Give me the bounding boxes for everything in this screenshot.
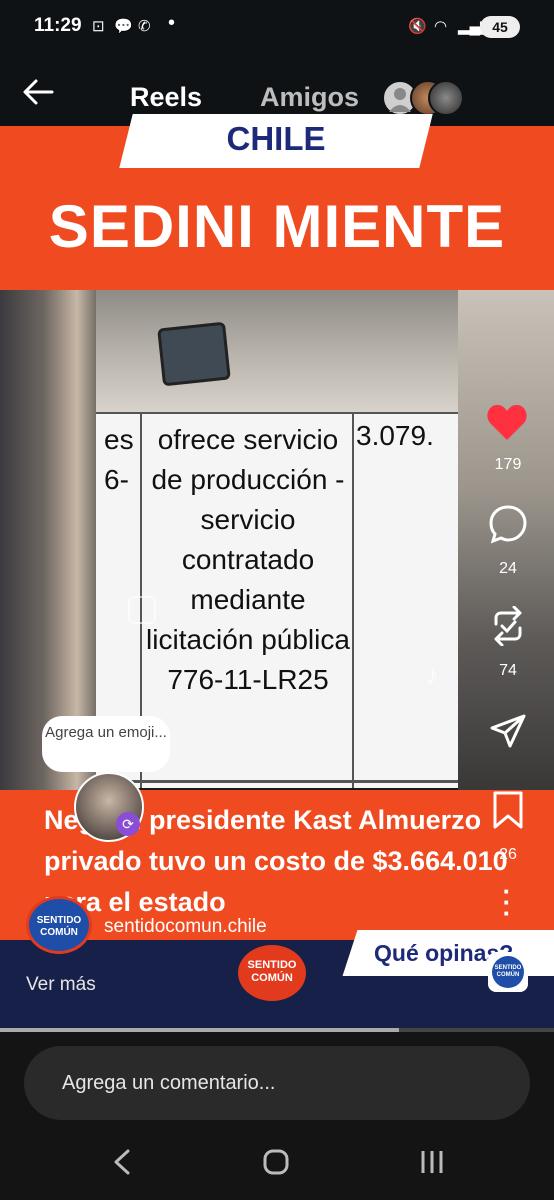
save-count: 26	[499, 846, 517, 863]
mini-logo: SENTIDO COMÚN	[492, 956, 524, 988]
table-border	[96, 780, 458, 783]
repost-icon[interactable]	[488, 606, 528, 646]
nav-home-icon[interactable]	[262, 1148, 290, 1176]
bookmark-icon[interactable]	[492, 790, 524, 830]
whatsapp-icon: ✆	[138, 18, 151, 35]
sentido-comun-logo: SENTIDO COMÚN	[238, 945, 306, 1001]
repost-badge-icon: ⟳	[116, 812, 140, 836]
instagram-watermark-icon	[128, 596, 156, 624]
more-options-icon[interactable]: · · ·	[500, 878, 514, 926]
chat-bubble-icon: 💬	[114, 18, 133, 35]
wifi-icon: ◠	[434, 18, 448, 35]
comment-placeholder[interactable]: Agrega un comentario...	[62, 1072, 275, 1095]
nav-back-icon[interactable]	[110, 1148, 134, 1176]
document-center-text: ofrece servicio de producción - servicio…	[146, 424, 350, 695]
video-headline: SEDINI MIENTE	[48, 193, 506, 260]
video-background-left	[0, 290, 110, 790]
back-arrow-icon[interactable]	[18, 72, 58, 112]
tiktok-watermark-icon: ♪	[426, 660, 439, 690]
phone-in-photo	[157, 321, 231, 387]
share-icon[interactable]	[488, 712, 528, 752]
nav-recents-icon[interactable]	[418, 1148, 446, 1176]
video-photo	[96, 290, 458, 415]
tab-friends[interactable]: Amigos	[260, 82, 359, 113]
tab-reels[interactable]: Reels	[130, 82, 202, 113]
status-time: 11:29	[34, 15, 82, 36]
document-right-column: 3.079.	[356, 420, 434, 451]
emoji-prompt-bubble[interactable]: Agrega un emoji...	[42, 716, 170, 772]
heart-icon[interactable]	[486, 402, 528, 442]
repost-count: 74	[499, 662, 517, 679]
document-left-column: es 6-	[104, 424, 134, 495]
see-more-link[interactable]: Ver más	[26, 974, 96, 996]
battery-indicator: 45	[480, 16, 520, 38]
table-border	[96, 412, 458, 414]
country-label: CHILE	[226, 120, 326, 157]
author-name[interactable]: sentidocomun.chile	[104, 916, 267, 938]
friend-avatar[interactable]	[428, 80, 464, 116]
like-count: 179	[494, 456, 522, 473]
author-avatar[interactable]: SENTIDO COMÚN	[26, 896, 92, 954]
comment-count: 24	[499, 560, 517, 577]
notification-dot-icon: •	[168, 12, 176, 34]
comment-icon[interactable]	[488, 504, 528, 544]
screen-capture-icon: ⊡	[92, 18, 105, 35]
mute-icon: 🔇	[408, 18, 427, 35]
